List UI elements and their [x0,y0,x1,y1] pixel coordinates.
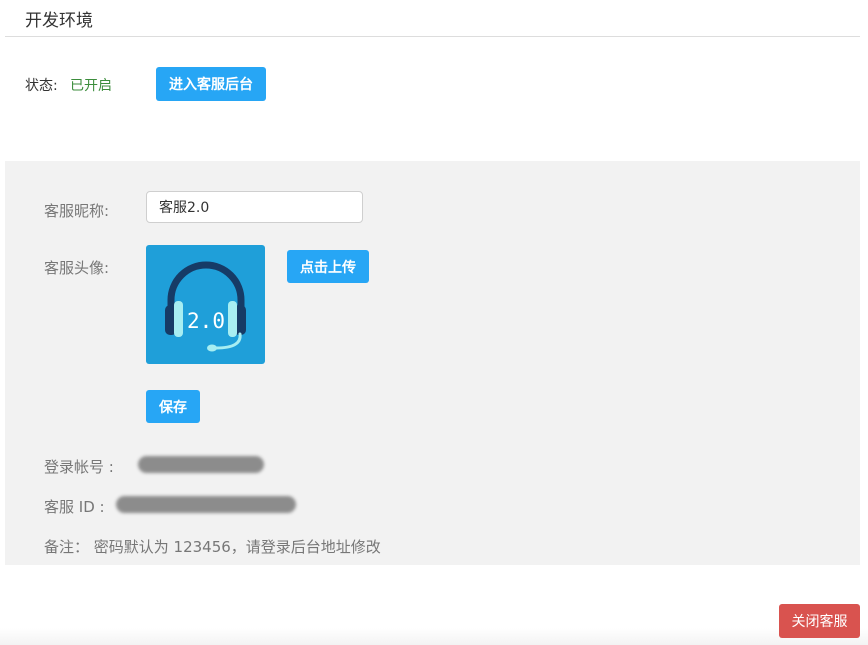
account-label: 登录帐号 : [44,458,114,476]
nickname-input[interactable] [146,191,363,223]
status-value: 已开启 [70,78,112,94]
avatar: 2.0 [146,245,265,364]
redacted-cs-id [116,496,296,513]
enter-backend-button[interactable]: 进入客服后台 [156,67,266,101]
redacted-account [138,456,264,473]
password-note: 备注： 密码默认为 123456，请登录后台地址修改 [44,538,381,556]
upload-button[interactable]: 点击上传 [287,250,369,283]
nickname-label: 客服昵称: [44,202,110,220]
bottom-shade [0,628,868,645]
save-button[interactable]: 保存 [146,390,200,423]
close-service-button[interactable]: 关闭客服 [779,604,860,638]
page-title: 开发环境 [25,11,93,31]
cs-id-label: 客服 ID : [44,498,105,516]
header: 开发环境 [5,0,860,37]
avatar-text: 2.0 [187,309,225,333]
headset-icon: 2.0 [165,261,246,352]
page: 开发环境 状态: 已开启 进入客服后台 客服昵称: 客服头像: 2.0 点击上传… [0,0,868,645]
avatar-label: 客服头像: [44,259,110,277]
status-label: 状态: [25,78,58,94]
